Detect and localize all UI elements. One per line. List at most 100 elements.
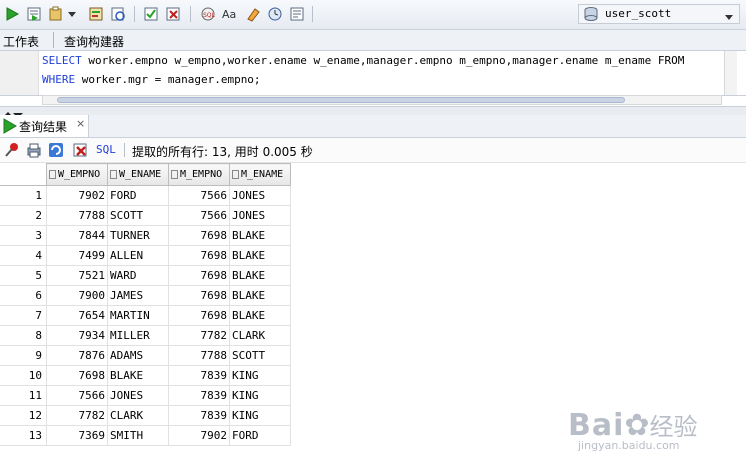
sql-history-icon[interactable]: SQL — [198, 4, 218, 24]
chevron-down-icon[interactable] — [66, 4, 78, 24]
sql-button[interactable]: SQL — [96, 143, 116, 156]
m-ename-cell[interactable]: KING — [229, 405, 291, 426]
explain-plan-icon[interactable] — [46, 4, 66, 24]
m-ename-cell[interactable]: JONES — [229, 205, 291, 226]
tab-query-result[interactable]: 查询结果 × — [0, 115, 89, 137]
w-empno-cell[interactable]: 7782 — [46, 405, 108, 426]
w-ename-cell[interactable]: BLAKE — [107, 365, 169, 386]
close-icon[interactable]: × — [76, 117, 85, 130]
scrollbar-thumb[interactable] — [57, 97, 625, 103]
rollback-icon[interactable] — [163, 4, 183, 24]
w-ename-cell[interactable]: ALLEN — [107, 245, 169, 266]
refresh-icon[interactable] — [48, 142, 64, 161]
autotrace-icon[interactable] — [86, 4, 106, 24]
w-ename-cell[interactable]: FORD — [107, 185, 169, 206]
commit-icon[interactable] — [141, 4, 161, 24]
table-row[interactable]: 9 7876 ADAMS 7788 SCOTT — [0, 345, 291, 366]
m-empno-cell[interactable]: 7839 — [168, 385, 230, 406]
print-icon[interactable] — [26, 142, 42, 161]
w-empno-cell[interactable]: 7934 — [46, 325, 108, 346]
m-empno-cell[interactable]: 7839 — [168, 365, 230, 386]
column-header-m-ename[interactable]: M_ENAME — [229, 163, 291, 186]
w-empno-cell[interactable]: 7876 — [46, 345, 108, 366]
w-ename-cell[interactable]: JONES — [107, 385, 169, 406]
w-empno-cell[interactable]: 7698 — [46, 365, 108, 386]
m-ename-cell[interactable]: BLAKE — [229, 285, 291, 306]
table-row[interactable]: 10 7698 BLAKE 7839 KING — [0, 365, 291, 386]
m-empno-cell[interactable]: 7788 — [168, 345, 230, 366]
sql-editor[interactable]: SELECT worker.empno w_empno,worker.ename… — [0, 51, 746, 96]
column-menu-icon[interactable] — [110, 169, 117, 179]
m-empno-cell[interactable]: 7902 — [168, 425, 230, 446]
m-ename-cell[interactable]: CLARK — [229, 325, 291, 346]
w-empno-cell[interactable]: 7900 — [46, 285, 108, 306]
m-ename-cell[interactable]: SCOTT — [229, 345, 291, 366]
m-empno-cell[interactable]: 7566 — [168, 205, 230, 226]
m-empno-cell[interactable]: 7698 — [168, 225, 230, 246]
unshared-worksheet-icon[interactable] — [265, 4, 285, 24]
table-row[interactable]: 1 7902 FORD 7566 JONES — [0, 185, 291, 206]
m-empno-cell[interactable]: 7566 — [168, 185, 230, 206]
m-empno-cell[interactable]: 7698 — [168, 285, 230, 306]
w-empno-cell[interactable]: 7654 — [46, 305, 108, 326]
w-empno-cell[interactable]: 7566 — [46, 385, 108, 406]
w-empno-cell[interactable]: 7788 — [46, 205, 108, 226]
run-statement-icon[interactable] — [2, 4, 22, 24]
m-empno-cell[interactable]: 7698 — [168, 305, 230, 326]
w-ename-cell[interactable]: JAMES — [107, 285, 169, 306]
editor-horizontal-scrollbar[interactable] — [42, 95, 722, 105]
cancel-query-icon[interactable] — [72, 142, 88, 161]
m-ename-cell[interactable]: JONES — [229, 185, 291, 206]
table-row[interactable]: 6 7900 JAMES 7698 BLAKE — [0, 285, 291, 306]
column-header-w-ename[interactable]: W_ENAME — [107, 163, 169, 186]
pin-icon[interactable] — [4, 142, 20, 161]
w-ename-cell[interactable]: TURNER — [107, 225, 169, 246]
column-header-w-empno[interactable]: W_EMPNO — [46, 163, 108, 186]
tab-worksheet[interactable]: 工作表 — [3, 33, 39, 50]
m-empno-cell[interactable]: 7698 — [168, 245, 230, 266]
w-ename-cell[interactable]: SMITH — [107, 425, 169, 446]
w-empno-cell[interactable]: 7499 — [46, 245, 108, 266]
column-menu-icon[interactable] — [49, 169, 56, 179]
column-header-m-empno[interactable]: M_EMPNO — [168, 163, 230, 186]
editor-vertical-scrollbar[interactable] — [724, 51, 737, 95]
table-row[interactable]: 11 7566 JONES 7839 KING — [0, 385, 291, 406]
connection-selector[interactable]: user_scott — [578, 4, 740, 24]
table-row[interactable]: 12 7782 CLARK 7839 KING — [0, 405, 291, 426]
uppercase-icon[interactable]: Aa — [220, 4, 240, 24]
table-row[interactable]: 5 7521 WARD 7698 BLAKE — [0, 265, 291, 286]
m-ename-cell[interactable]: KING — [229, 385, 291, 406]
run-script-icon[interactable] — [24, 4, 44, 24]
m-empno-cell[interactable]: 7698 — [168, 265, 230, 286]
m-empno-cell[interactable]: 7839 — [168, 405, 230, 426]
table-row[interactable]: 2 7788 SCOTT 7566 JONES — [0, 205, 291, 226]
table-row[interactable]: 4 7499 ALLEN 7698 BLAKE — [0, 245, 291, 266]
m-ename-cell[interactable]: FORD — [229, 425, 291, 446]
m-ename-cell[interactable]: BLAKE — [229, 305, 291, 326]
w-ename-cell[interactable]: MARTIN — [107, 305, 169, 326]
m-ename-cell[interactable]: KING — [229, 365, 291, 386]
column-menu-icon[interactable] — [232, 169, 239, 179]
worksheet-icon[interactable] — [287, 4, 307, 24]
clear-icon[interactable] — [243, 4, 263, 24]
w-empno-cell[interactable]: 7902 — [46, 185, 108, 206]
table-row[interactable]: 3 7844 TURNER 7698 BLAKE — [0, 225, 291, 246]
w-ename-cell[interactable]: SCOTT — [107, 205, 169, 226]
sql-tuning-icon[interactable] — [108, 4, 128, 24]
table-row[interactable]: 8 7934 MILLER 7782 CLARK — [0, 325, 291, 346]
m-ename-cell[interactable]: BLAKE — [229, 265, 291, 286]
w-empno-cell[interactable]: 7844 — [46, 225, 108, 246]
w-ename-cell[interactable]: CLARK — [107, 405, 169, 426]
tab-query-builder[interactable]: 查询构建器 — [64, 33, 124, 50]
table-row[interactable]: 7 7654 MARTIN 7698 BLAKE — [0, 305, 291, 326]
w-ename-cell[interactable]: MILLER — [107, 325, 169, 346]
m-ename-cell[interactable]: BLAKE — [229, 245, 291, 266]
w-ename-cell[interactable]: ADAMS — [107, 345, 169, 366]
column-menu-icon[interactable] — [171, 169, 178, 179]
w-empno-cell[interactable]: 7521 — [46, 265, 108, 286]
m-ename-cell[interactable]: BLAKE — [229, 225, 291, 246]
w-ename-cell[interactable]: WARD — [107, 265, 169, 286]
w-empno-cell[interactable]: 7369 — [46, 425, 108, 446]
m-empno-cell[interactable]: 7782 — [168, 325, 230, 346]
table-row[interactable]: 13 7369 SMITH 7902 FORD — [0, 425, 291, 446]
